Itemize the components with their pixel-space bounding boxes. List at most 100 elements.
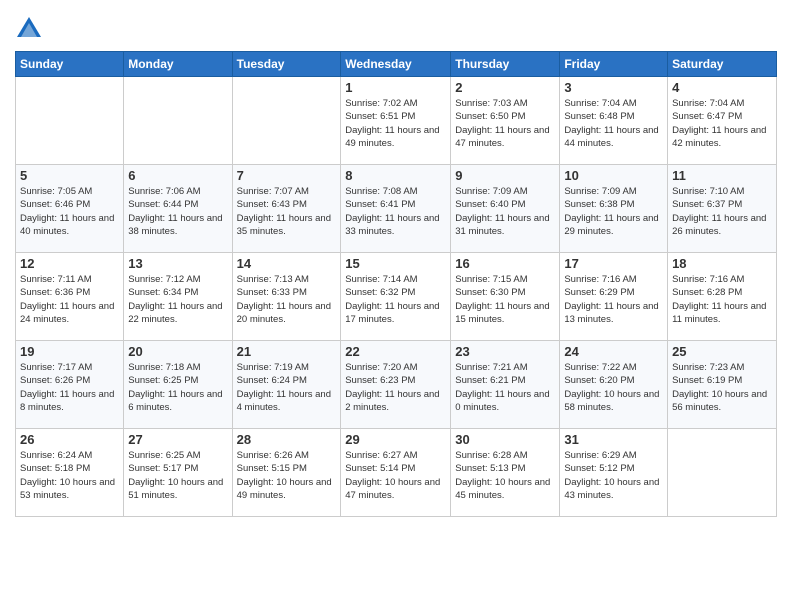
day-number: 9 xyxy=(455,168,555,183)
calendar-cell-14: 12 Sunrise: 7:11 AM Sunset: 6:36 PM Dayli… xyxy=(16,253,124,341)
calendar-cell-23: 21Sunrise: 7:19 AM Sunset: 6:24 PM Dayli… xyxy=(232,341,341,429)
calendar-cell-26: 24 Sunrise: 7:22 AM Sunset: 6:20 PM Dayli… xyxy=(560,341,668,429)
calendar-cell-25: 23 Sunrise: 7:21 AM Sunset: 6:21 PM Dayli… xyxy=(451,341,560,429)
calendar-week-5: 26 Sunrise: 6:24 AM Sunset: 5:18 PM Dayli… xyxy=(16,429,777,517)
calendar-cell-15: 13Sunrise: 7:12 AM Sunset: 6:34 PM Dayli… xyxy=(124,253,232,341)
calendar-cell-1 xyxy=(124,77,232,165)
day-info: Sunrise: 7:13 AM Sunset: 6:33 PM Dayligh… xyxy=(237,273,337,326)
calendar-cell-34 xyxy=(668,429,777,517)
calendar-cell-18: 16 Sunrise: 7:15 AM Sunset: 6:30 PM Dayli… xyxy=(451,253,560,341)
day-number: 18 xyxy=(672,256,772,271)
page: SundayMondayTuesdayWednesdayThursdayFrid… xyxy=(0,0,792,612)
day-number: 26 xyxy=(20,432,119,447)
day-info: Sunrise: 7:11 AM Sunset: 6:36 PM Dayligh… xyxy=(20,273,119,326)
calendar-header-saturday: Saturday xyxy=(668,52,777,77)
day-number: 30 xyxy=(455,432,555,447)
calendar-cell-21: 19 Sunrise: 7:17 AM Sunset: 6:26 PM Dayli… xyxy=(16,341,124,429)
day-number: 29 xyxy=(345,432,446,447)
day-number: 11 xyxy=(672,168,772,183)
day-number: 5 xyxy=(20,168,119,183)
day-info: Sunrise: 6:26 AM Sunset: 5:15 PM Dayligh… xyxy=(237,449,337,502)
day-info: Sunrise: 7:03 AM Sunset: 6:50 PM Dayligh… xyxy=(455,97,555,150)
calendar-cell-11: 9 Sunrise: 7:09 AM Sunset: 6:40 PM Daylig… xyxy=(451,165,560,253)
calendar-header-thursday: Thursday xyxy=(451,52,560,77)
day-number: 15 xyxy=(345,256,446,271)
calendar-cell-20: 18 Sunrise: 7:16 AM Sunset: 6:28 PM Dayli… xyxy=(668,253,777,341)
day-info: Sunrise: 7:23 AM Sunset: 6:19 PM Dayligh… xyxy=(672,361,772,414)
calendar-cell-17: 15Sunrise: 7:14 AM Sunset: 6:32 PM Dayli… xyxy=(341,253,451,341)
day-number: 2 xyxy=(455,80,555,95)
calendar-cell-7: 5 Sunrise: 7:05 AM Sunset: 6:46 PM Daylig… xyxy=(16,165,124,253)
day-number: 8 xyxy=(345,168,446,183)
header xyxy=(15,10,777,43)
day-number: 17 xyxy=(564,256,663,271)
calendar-cell-5: 3 Sunrise: 7:04 AM Sunset: 6:48 PM Daylig… xyxy=(560,77,668,165)
logo-icon xyxy=(15,15,43,43)
day-info: Sunrise: 7:22 AM Sunset: 6:20 PM Dayligh… xyxy=(564,361,663,414)
calendar-table: SundayMondayTuesdayWednesdayThursdayFrid… xyxy=(15,51,777,517)
day-info: Sunrise: 7:21 AM Sunset: 6:21 PM Dayligh… xyxy=(455,361,555,414)
day-number: 4 xyxy=(672,80,772,95)
day-number: 20 xyxy=(128,344,227,359)
calendar-cell-9: 7Sunrise: 7:07 AM Sunset: 6:43 PM Daylig… xyxy=(232,165,341,253)
day-number: 24 xyxy=(564,344,663,359)
day-info: Sunrise: 6:29 AM Sunset: 5:12 PM Dayligh… xyxy=(564,449,663,502)
day-info: Sunrise: 7:20 AM Sunset: 6:23 PM Dayligh… xyxy=(345,361,446,414)
day-number: 14 xyxy=(237,256,337,271)
day-number: 12 xyxy=(20,256,119,271)
calendar-cell-0 xyxy=(16,77,124,165)
day-info: Sunrise: 6:28 AM Sunset: 5:13 PM Dayligh… xyxy=(455,449,555,502)
day-number: 22 xyxy=(345,344,446,359)
calendar-cell-29: 27Sunrise: 6:25 AM Sunset: 5:17 PM Dayli… xyxy=(124,429,232,517)
calendar-cell-27: 25 Sunrise: 7:23 AM Sunset: 6:19 PM Dayli… xyxy=(668,341,777,429)
calendar-cell-22: 20Sunrise: 7:18 AM Sunset: 6:25 PM Dayli… xyxy=(124,341,232,429)
day-number: 25 xyxy=(672,344,772,359)
day-info: Sunrise: 7:12 AM Sunset: 6:34 PM Dayligh… xyxy=(128,273,227,326)
calendar-header-tuesday: Tuesday xyxy=(232,52,341,77)
calendar-cell-30: 28 Sunrise: 6:26 AM Sunset: 5:15 PM Dayli… xyxy=(232,429,341,517)
day-number: 28 xyxy=(237,432,337,447)
calendar-cell-3: 1Sunrise: 7:02 AM Sunset: 6:51 PM Daylig… xyxy=(341,77,451,165)
day-info: Sunrise: 7:07 AM Sunset: 6:43 PM Dayligh… xyxy=(237,185,337,238)
calendar-cell-10: 8 Sunrise: 7:08 AM Sunset: 6:41 PM Daylig… xyxy=(341,165,451,253)
calendar-week-3: 12 Sunrise: 7:11 AM Sunset: 6:36 PM Dayli… xyxy=(16,253,777,341)
calendar-week-4: 19 Sunrise: 7:17 AM Sunset: 6:26 PM Dayli… xyxy=(16,341,777,429)
day-info: Sunrise: 7:04 AM Sunset: 6:47 PM Dayligh… xyxy=(672,97,772,150)
calendar-week-1: 1Sunrise: 7:02 AM Sunset: 6:51 PM Daylig… xyxy=(16,77,777,165)
calendar-cell-28: 26 Sunrise: 6:24 AM Sunset: 5:18 PM Dayli… xyxy=(16,429,124,517)
day-number: 10 xyxy=(564,168,663,183)
day-number: 3 xyxy=(564,80,663,95)
day-info: Sunrise: 7:16 AM Sunset: 6:28 PM Dayligh… xyxy=(672,273,772,326)
calendar-header-row: SundayMondayTuesdayWednesdayThursdayFrid… xyxy=(16,52,777,77)
day-info: Sunrise: 6:25 AM Sunset: 5:17 PM Dayligh… xyxy=(128,449,227,502)
calendar-cell-19: 17Sunrise: 7:16 AM Sunset: 6:29 PM Dayli… xyxy=(560,253,668,341)
day-number: 31 xyxy=(564,432,663,447)
day-info: Sunrise: 7:06 AM Sunset: 6:44 PM Dayligh… xyxy=(128,185,227,238)
logo xyxy=(15,15,47,43)
day-info: Sunrise: 6:24 AM Sunset: 5:18 PM Dayligh… xyxy=(20,449,119,502)
calendar-cell-13: 11Sunrise: 7:10 AM Sunset: 6:37 PM Dayli… xyxy=(668,165,777,253)
calendar-cell-16: 14 Sunrise: 7:13 AM Sunset: 6:33 PM Dayli… xyxy=(232,253,341,341)
day-info: Sunrise: 7:09 AM Sunset: 6:40 PM Dayligh… xyxy=(455,185,555,238)
day-number: 6 xyxy=(128,168,227,183)
calendar-cell-2 xyxy=(232,77,341,165)
calendar-cell-4: 2 Sunrise: 7:03 AM Sunset: 6:50 PM Daylig… xyxy=(451,77,560,165)
calendar-cell-31: 29Sunrise: 6:27 AM Sunset: 5:14 PM Dayli… xyxy=(341,429,451,517)
day-number: 23 xyxy=(455,344,555,359)
day-info: Sunrise: 7:08 AM Sunset: 6:41 PM Dayligh… xyxy=(345,185,446,238)
day-info: Sunrise: 7:15 AM Sunset: 6:30 PM Dayligh… xyxy=(455,273,555,326)
day-info: Sunrise: 7:05 AM Sunset: 6:46 PM Dayligh… xyxy=(20,185,119,238)
day-number: 16 xyxy=(455,256,555,271)
day-number: 21 xyxy=(237,344,337,359)
day-number: 1 xyxy=(345,80,446,95)
calendar-cell-6: 4 Sunrise: 7:04 AM Sunset: 6:47 PM Daylig… xyxy=(668,77,777,165)
calendar-cell-32: 30 Sunrise: 6:28 AM Sunset: 5:13 PM Dayli… xyxy=(451,429,560,517)
day-info: Sunrise: 7:09 AM Sunset: 6:38 PM Dayligh… xyxy=(564,185,663,238)
day-info: Sunrise: 7:04 AM Sunset: 6:48 PM Dayligh… xyxy=(564,97,663,150)
calendar-cell-24: 22 Sunrise: 7:20 AM Sunset: 6:23 PM Dayli… xyxy=(341,341,451,429)
calendar-cell-33: 31 Sunrise: 6:29 AM Sunset: 5:12 PM Dayli… xyxy=(560,429,668,517)
day-info: Sunrise: 7:17 AM Sunset: 6:26 PM Dayligh… xyxy=(20,361,119,414)
day-number: 19 xyxy=(20,344,119,359)
calendar-cell-8: 6 Sunrise: 7:06 AM Sunset: 6:44 PM Daylig… xyxy=(124,165,232,253)
calendar-cell-12: 10 Sunrise: 7:09 AM Sunset: 6:38 PM Dayli… xyxy=(560,165,668,253)
